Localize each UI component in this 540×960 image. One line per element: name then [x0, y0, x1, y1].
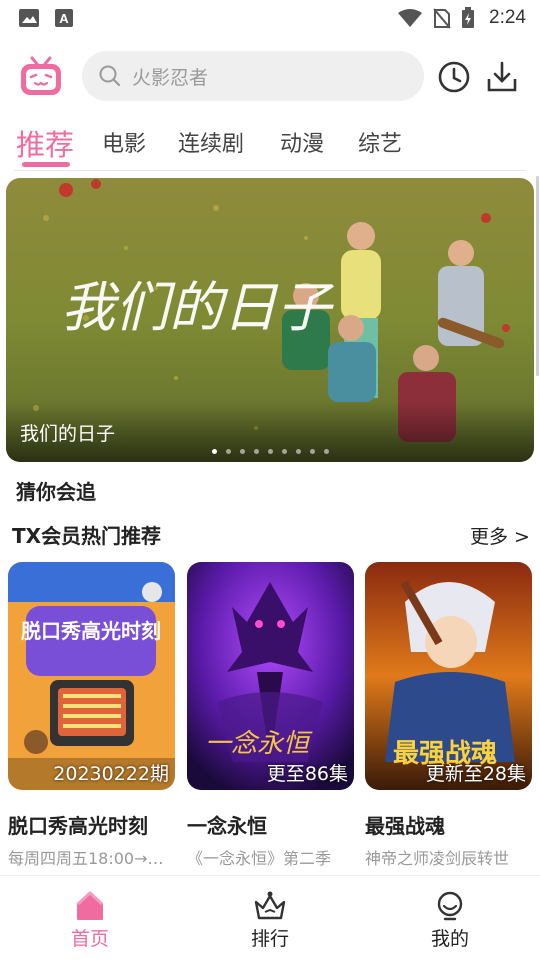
carousel-dot[interactable]	[211, 449, 217, 454]
carousel-dot[interactable]	[239, 449, 245, 454]
poster-talkshow[interactable]: 脱口秀高光时刻 20230222期	[8, 562, 175, 790]
video-card[interactable]: 脱口秀高光时刻 20230222期 脱口秀高光时刻 每周四周五18:00→腾讯视…	[8, 562, 175, 869]
nav-ranking[interactable]: 排行	[220, 890, 320, 951]
banner-title: 我们的日子	[20, 423, 116, 445]
tab-recommend[interactable]: 推荐	[16, 122, 74, 164]
carousel-dot[interactable]	[323, 449, 329, 454]
more-link[interactable]: 更多 >	[470, 522, 530, 549]
search-placeholder: 火影忍者	[132, 66, 209, 89]
tab-anime[interactable]: 动漫	[280, 126, 324, 158]
search-icon	[99, 65, 121, 87]
nav-label-ranking: 排行	[250, 928, 289, 950]
card-description: 《一念永恒》第二季	[187, 849, 332, 868]
episode-badge: 20230222期	[53, 763, 169, 785]
app-header: 火影忍者	[0, 46, 540, 108]
tab-variety[interactable]: 综艺	[358, 126, 402, 158]
status-time: 2:24	[489, 7, 526, 28]
wifi-icon	[398, 9, 423, 27]
crown-ranking-icon	[254, 891, 286, 920]
status-bar: A 2:24	[0, 0, 540, 36]
carousel-dot[interactable]	[281, 449, 287, 454]
carousel-dot[interactable]	[225, 449, 231, 454]
video-card[interactable]: 一念永恒 更至86集 一念永恒 《一念永恒》第二季	[187, 562, 354, 869]
poster-zuiqiang[interactable]: 最强战魂 更新至28集	[365, 562, 532, 790]
guess-you-like-heading: 猜你会追	[16, 480, 96, 504]
scrollbar-thumb[interactable]	[536, 176, 539, 376]
tab-movies[interactable]: 电影	[102, 126, 146, 158]
carousel-dot[interactable]	[253, 449, 259, 454]
home-icon	[76, 891, 104, 920]
font-notification-icon: A	[55, 9, 73, 27]
poster-artwork: 脱口秀高光时刻	[8, 562, 175, 790]
download-icon[interactable]	[484, 59, 520, 95]
svg-text:A: A	[59, 11, 69, 26]
video-card[interactable]: 最强战魂 更新至28集 最强战魂 神帝之师凌剑辰转世	[365, 562, 532, 869]
app-logo-tv-icon[interactable]	[18, 54, 64, 100]
search-bar[interactable]: 火影忍者	[82, 51, 424, 101]
no-sim-icon	[433, 8, 451, 29]
carousel-dot[interactable]	[267, 449, 273, 454]
active-tab-indicator	[22, 162, 70, 167]
nav-profile[interactable]: 我的	[400, 890, 500, 951]
history-clock-icon[interactable]	[437, 60, 471, 94]
tabs-divider	[14, 170, 526, 171]
episode-badge: 更至86集	[266, 763, 348, 785]
tab-tv-series[interactable]: 连续剧	[178, 126, 244, 158]
poster-artwork: 最强战魂	[365, 562, 532, 790]
carousel-dots	[6, 449, 534, 454]
nav-label-profile: 我的	[430, 928, 469, 950]
banner-art-title: 我们的日子	[61, 276, 335, 339]
vip-recommend-heading: TX会员热门推荐	[12, 524, 162, 548]
nav-home[interactable]: 首页	[40, 890, 140, 951]
poster-title-art: 一念永恒	[205, 729, 313, 759]
battery-charging-icon	[462, 7, 475, 28]
card-title: 最强战魂	[365, 814, 445, 838]
card-description: 神帝之师凌剑辰转世	[365, 849, 510, 868]
poster-artwork: 一念永恒	[187, 562, 354, 790]
gallery-notification-icon	[19, 9, 39, 27]
nav-label-home: 首页	[70, 928, 109, 950]
carousel-dot[interactable]	[295, 449, 301, 454]
card-description: 每周四周五18:00→腾讯视频	[8, 849, 175, 868]
carousel-dot[interactable]	[309, 449, 315, 454]
episode-badge: 更新至28集	[425, 763, 526, 785]
poster-title-line-1: 脱口秀高光时刻	[21, 619, 161, 643]
profile-face-icon	[437, 891, 463, 921]
featured-banner[interactable]: 我们的日子 我们的日子	[6, 178, 534, 462]
card-title: 脱口秀高光时刻	[8, 814, 148, 838]
card-title: 一念永恒	[187, 814, 267, 838]
poster-yinian[interactable]: 一念永恒 更至86集	[187, 562, 354, 790]
bottom-navigation: 首页 排行 我的	[0, 875, 540, 960]
category-tabs: 推荐 电影 连续剧 动漫 综艺	[0, 118, 540, 174]
